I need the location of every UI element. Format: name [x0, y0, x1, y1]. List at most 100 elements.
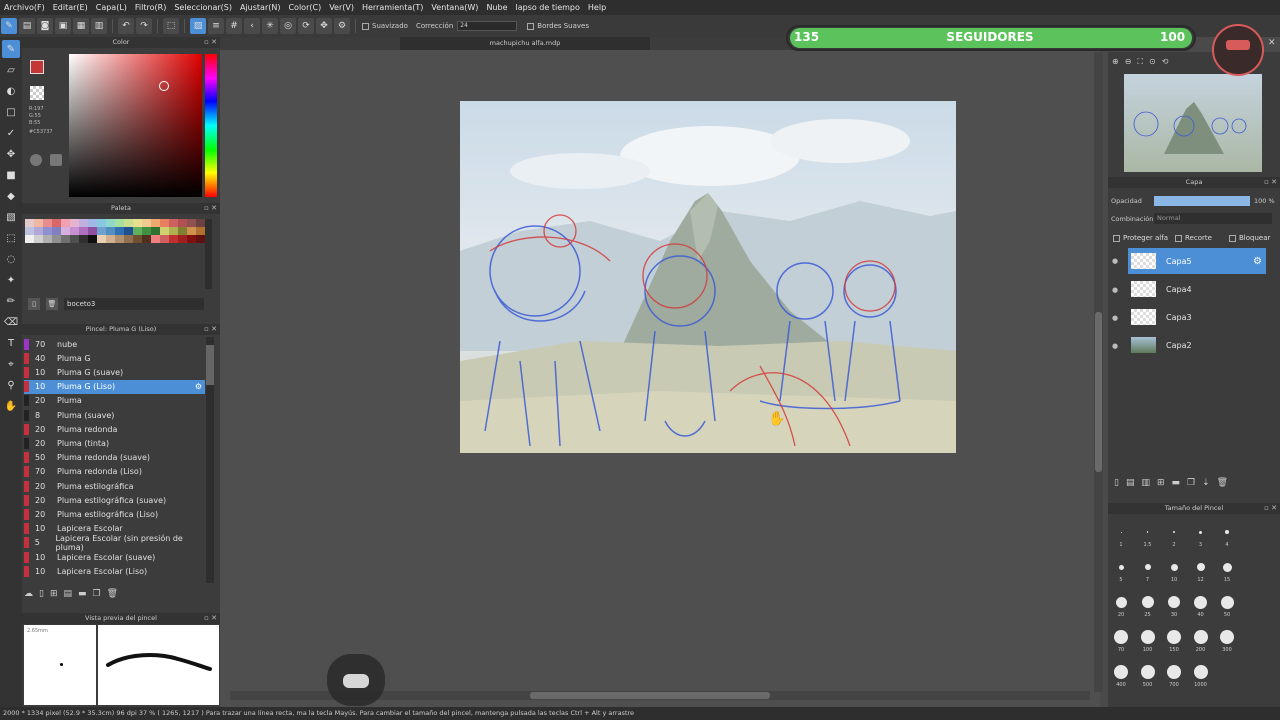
brush-item[interactable]: 8 Pluma (suave) [24, 408, 205, 422]
palette-swatch[interactable] [106, 219, 115, 227]
brush-mode-icon[interactable]: ✎ [1, 18, 17, 34]
palette-swatch[interactable] [70, 219, 79, 227]
move-tool-icon[interactable]: ✥ [2, 145, 20, 163]
menu-archivo[interactable]: Archivo(F) [0, 3, 49, 12]
bordes-checkbox[interactable] [527, 22, 535, 30]
foreground-color-swatch[interactable] [30, 60, 44, 74]
vertical-scrollbar[interactable] [1094, 52, 1103, 692]
brush-size-option[interactable]: 100 [1136, 623, 1160, 657]
palette-swatch[interactable] [106, 227, 115, 235]
brush-size-option[interactable]: 200 [1189, 623, 1213, 657]
palette-swatch[interactable] [178, 219, 187, 227]
brush-item[interactable]: 50 Pluma redonda (suave) [24, 451, 205, 465]
palette-swatch[interactable] [34, 227, 43, 235]
palette-swatch[interactable] [160, 235, 169, 243]
layer-item[interactable]: Capa5 ⚙ [1128, 248, 1266, 274]
brush-size-option[interactable]: 1 [1109, 518, 1133, 552]
palette-swatch[interactable] [160, 219, 169, 227]
palette-swatch[interactable] [43, 235, 52, 243]
select-eraser-tool-icon[interactable]: ⌫ [2, 313, 20, 331]
palette-swatch[interactable] [88, 235, 97, 243]
palette-swatch[interactable] [196, 235, 205, 243]
merge-layer-icon[interactable]: ⇣ [1202, 478, 1210, 492]
hand-tool-icon[interactable]: ✋ [2, 397, 20, 415]
palette-scrollbar[interactable] [205, 219, 212, 289]
brush-item[interactable]: 5 Lapicera Escolar (sin presión de pluma) [24, 534, 205, 552]
palette-swatch[interactable] [187, 227, 196, 235]
palette-swatch[interactable] [52, 219, 61, 227]
deselect-icon[interactable]: ⬚ [163, 18, 179, 34]
brush-item[interactable]: 20 Pluma estilográfica [24, 479, 205, 493]
check-tool-icon[interactable]: ✓ [2, 124, 20, 142]
blur-tool-icon[interactable]: ◐ [2, 82, 20, 100]
brush-size-option[interactable]: 500 [1136, 658, 1160, 692]
menu-help[interactable]: Help [584, 3, 610, 12]
palette-swatch[interactable] [133, 219, 142, 227]
brush-folder-icon[interactable]: ▬ [78, 589, 87, 599]
brush-size-option[interactable]: 300 [1215, 623, 1239, 657]
zoom-reset-icon[interactable]: ⊙ [1149, 57, 1156, 69]
palette-swatch[interactable] [25, 219, 34, 227]
redo-icon[interactable]: ↷ [136, 18, 152, 34]
new-layer-8bit-icon[interactable]: ▤ [1126, 478, 1135, 492]
open-icon[interactable]: ◙ [37, 18, 53, 34]
gradient-tool-icon[interactable]: ▧ [2, 208, 20, 226]
snap-parallel-icon[interactable]: ≡ [208, 18, 224, 34]
clipping-option[interactable]: Recorte [1175, 234, 1212, 242]
menu-color[interactable]: Color(C) [284, 3, 325, 12]
palette-swatch[interactable] [187, 235, 196, 243]
menu-editar[interactable]: Editar(E) [49, 3, 92, 12]
zoom-out-icon[interactable]: ⊖ [1125, 57, 1132, 69]
snap-radial-icon[interactable]: ✳ [262, 18, 278, 34]
brush-size-option[interactable]: 25 [1136, 588, 1160, 622]
layer-visibility-icon[interactable]: ● [1112, 286, 1118, 294]
palette-swatch[interactable] [61, 227, 70, 235]
palette-swatch[interactable] [61, 235, 70, 243]
rotate-icon[interactable]: ⟲ [1162, 57, 1169, 69]
palette-swatch[interactable] [196, 227, 205, 235]
bucket-tool-icon[interactable]: ◆ [2, 187, 20, 205]
eyedropper-small-icon[interactable] [50, 154, 62, 166]
palette-swatch[interactable] [61, 219, 70, 227]
opacity-slider[interactable] [1154, 196, 1250, 206]
brush-item[interactable]: 10 Lapicera Escolar (Liso) [24, 564, 205, 578]
magic-wand-tool-icon[interactable]: ✦ [2, 271, 20, 289]
brush-item[interactable]: 10 Lapicera Escolar (suave) [24, 550, 205, 564]
palette-swatch[interactable] [88, 227, 97, 235]
menu-lapso[interactable]: lapso de tiempo [512, 3, 584, 12]
brush-tool-icon[interactable]: ✎ [2, 40, 20, 58]
palette-swatch[interactable] [151, 219, 160, 227]
palette-swatch[interactable] [178, 227, 187, 235]
palette-swatch[interactable] [79, 219, 88, 227]
layer-item[interactable]: Capa2 [1128, 332, 1266, 358]
saturation-value-square[interactable] [69, 54, 202, 197]
palette-swatch[interactable] [70, 227, 79, 235]
palette-swatch[interactable] [52, 235, 61, 243]
palette-swatch[interactable] [115, 219, 124, 227]
brush-item[interactable]: 20 Pluma estilográfica (Liso) [24, 507, 205, 521]
rectangle-tool-icon[interactable]: □ [2, 103, 20, 121]
palette-swatch[interactable] [124, 219, 133, 227]
brush-size-option[interactable]: 400 [1109, 658, 1133, 692]
palette-swatch[interactable] [34, 235, 43, 243]
palette-swatch[interactable] [25, 227, 34, 235]
brush-size-option[interactable]: 10 [1162, 553, 1186, 587]
palette-swatch[interactable] [97, 235, 106, 243]
palette-delete-icon[interactable]: 🗑 [46, 298, 58, 310]
snap-crisscross-icon[interactable]: # [226, 18, 242, 34]
blend-select[interactable]: Normal [1154, 213, 1272, 224]
menu-herramienta[interactable]: Herramienta(T) [358, 3, 427, 12]
palette-swatch[interactable] [142, 219, 151, 227]
brush-new-icon[interactable]: ▯ [39, 589, 44, 599]
duplicate-layer-icon[interactable]: ❐ [1187, 478, 1195, 492]
palette-swatch[interactable] [52, 227, 61, 235]
menu-seleccionar[interactable]: Seleccionar(S) [170, 3, 236, 12]
brush-size-option[interactable]: 15 [1215, 553, 1239, 587]
brush-cloud-icon[interactable]: ☁ [24, 589, 33, 599]
palette-swatch[interactable] [178, 235, 187, 243]
grid-icon[interactable]: ▥ [91, 18, 107, 34]
brush-item[interactable]: 10 Pluma G (Liso) ⚙ [24, 379, 205, 394]
artwork-canvas[interactable] [460, 101, 956, 453]
brush-size-option[interactable]: 1.5 [1136, 518, 1160, 552]
brush-size-option[interactable]: 3 [1189, 518, 1213, 552]
